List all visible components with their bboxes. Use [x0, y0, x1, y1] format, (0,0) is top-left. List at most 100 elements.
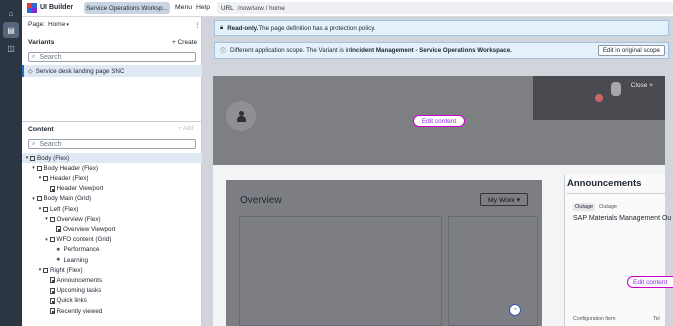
- create-variant-button[interactable]: + Create: [172, 39, 197, 46]
- tree-item[interactable]: ▾ WFO content (Grid): [22, 235, 202, 245]
- overview-card: Overview My Work ▾: [226, 180, 542, 326]
- tree-item[interactable]: Overview Viewport: [22, 224, 202, 234]
- lock-icon: 🔒︎: [220, 24, 224, 31]
- readonly-strong: Read-only.: [227, 24, 259, 32]
- section-divider: [22, 121, 202, 122]
- content-search-input[interactable]: ⌕ Search: [28, 139, 196, 149]
- user-icon: [237, 110, 246, 122]
- overview-title: Overview: [240, 195, 282, 206]
- variant-label: Service desk landing page SNC: [35, 67, 125, 75]
- edit-content-button-secondary[interactable]: Edit content: [627, 276, 673, 288]
- tree-item-label: WFO content (Grid): [56, 236, 112, 244]
- tree-item-label: Overview Viewport: [63, 225, 116, 233]
- left-panel: Page: Home ▾ ⋮ Variants + Create ⌕ Searc…: [22, 17, 202, 326]
- tree-item[interactable]: Header Viewport: [22, 184, 202, 194]
- tree-item[interactable]: Announcements: [22, 275, 202, 285]
- more-options-icon[interactable]: ⋮: [194, 21, 201, 29]
- announcement-item[interactable]: SAP Materials Management Ou: [573, 215, 671, 222]
- tree-item[interactable]: ▾ Left (Flex): [22, 204, 202, 214]
- tree-item[interactable]: Recently viewed: [22, 306, 202, 316]
- tree-item-label: Body Header (Flex): [43, 164, 99, 172]
- edit-content-button[interactable]: Edit content: [413, 115, 465, 127]
- variants-heading: Variants: [28, 39, 55, 46]
- tree-item-label: Header (Flex): [50, 174, 89, 182]
- tree-item-label: Overview (Flex): [56, 215, 101, 223]
- variant-item[interactable]: ◇ Service desk landing page SNC: [22, 65, 202, 77]
- workspace-tab[interactable]: Service Operations Worksp...: [84, 2, 170, 14]
- search-icon: ⌕: [32, 53, 36, 60]
- tree-item-label: Body Main (Grid): [43, 195, 92, 203]
- url-bar[interactable]: URL /now/sow / home: [217, 2, 673, 14]
- content-heading: Content: [28, 126, 54, 133]
- tree-item[interactable]: ❖ Learning: [22, 255, 202, 265]
- top-bar: UI Builder Service Operations Worksp... …: [22, 0, 673, 17]
- readonly-text: The page definition has a protection pol…: [258, 24, 376, 32]
- tree-item[interactable]: ▾ Body (Flex): [22, 153, 202, 163]
- tree-item[interactable]: ▾ Header (Flex): [22, 173, 202, 183]
- performance-widget: [239, 216, 442, 326]
- info-icon: ⓘ: [220, 49, 227, 55]
- menu-button[interactable]: Menu: [175, 4, 192, 11]
- variants-search-placeholder: Search: [39, 53, 62, 61]
- container-icon: [36, 165, 42, 171]
- tree-item-label: Left (Flex): [50, 205, 79, 213]
- avatar: [226, 101, 256, 131]
- tree-item-label: Learning: [63, 256, 88, 264]
- tree-item-label: Recently viewed: [56, 307, 103, 315]
- viewport-icon: [49, 287, 55, 294]
- container-icon: [49, 216, 55, 222]
- announcements-card: Announcements Outage Outage SAP Material…: [564, 175, 671, 326]
- tree-item-label: Upcoming tasks: [56, 287, 102, 295]
- pages-icon[interactable]: ▤: [3, 22, 19, 38]
- data-icon[interactable]: ◫: [3, 40, 19, 56]
- component-icon: ❖: [56, 257, 61, 263]
- edit-in-original-scope-button[interactable]: Edit in original scope: [597, 45, 665, 56]
- viewport-icon: [56, 226, 61, 233]
- illustration-planet: [595, 94, 603, 102]
- chevron-down-icon: ▾: [66, 21, 69, 28]
- viewport-icon: [49, 277, 55, 284]
- container-icon: [43, 267, 48, 273]
- announcements-title: Announcements: [567, 178, 642, 189]
- tree-item[interactable]: ▾ Body Header (Flex): [22, 163, 202, 173]
- tree-item[interactable]: ▾ Right (Flex): [22, 265, 202, 275]
- ui-builder-logo-icon: [27, 3, 37, 13]
- my-work-dropdown[interactable]: My Work ▾: [480, 193, 528, 206]
- tree-item[interactable]: Quick links: [22, 296, 202, 306]
- container-icon: [30, 155, 35, 161]
- loading-spinner-icon: ◔: [509, 304, 521, 316]
- home-icon[interactable]: ⌂: [3, 5, 19, 21]
- main-preview: Overview My Work ▾ Announcements Outage …: [213, 165, 671, 326]
- app-title: UI Builder: [40, 4, 74, 11]
- add-content-button[interactable]: + Add: [178, 126, 194, 132]
- viewport-icon: [49, 185, 55, 192]
- scope-text: Different application scope. The Variant…: [230, 47, 351, 54]
- outage-badge: Outage: [573, 203, 596, 211]
- page-label: Page:: [28, 21, 45, 28]
- page-value: Home: [48, 21, 66, 28]
- component-icon: ❖: [56, 246, 61, 253]
- app-rail: ⌂ ▤ ◫: [0, 0, 22, 326]
- tree-item-label: Performance: [63, 246, 100, 254]
- tree-item-label: Right (Flex): [50, 266, 83, 274]
- help-button[interactable]: Help: [196, 4, 210, 11]
- tree-item-label: Body (Flex): [37, 154, 70, 162]
- tree-item[interactable]: Upcoming tasks: [22, 286, 202, 296]
- variants-search-input[interactable]: ⌕ Search: [28, 52, 196, 62]
- tree-item-label: Quick links: [56, 297, 87, 305]
- config-label: Configuration Item: [573, 316, 616, 322]
- scope-strong: Incident Management - Service Operations…: [350, 47, 512, 54]
- container-icon: [43, 206, 48, 212]
- url-label: URL: [221, 4, 234, 12]
- scope-banner: ⓘ Different application scope. The Varia…: [214, 42, 669, 59]
- tree-item-label: Header Viewport: [56, 185, 104, 193]
- tree-item[interactable]: ▾ Overview (Flex): [22, 214, 202, 224]
- tree-item[interactable]: ▾ Body Main (Grid): [22, 194, 202, 204]
- page-selector[interactable]: Page: Home ▾: [28, 21, 69, 28]
- outage-text: Outage: [599, 204, 618, 210]
- search-icon: ⌕: [32, 140, 36, 147]
- close-button[interactable]: Close ×: [631, 82, 653, 89]
- tree-item[interactable]: ❖ Performance: [22, 245, 202, 255]
- canvas-area: 🔒︎ Read-only. The page definition has a …: [202, 17, 673, 326]
- outage-row: Outage Outage: [573, 203, 617, 211]
